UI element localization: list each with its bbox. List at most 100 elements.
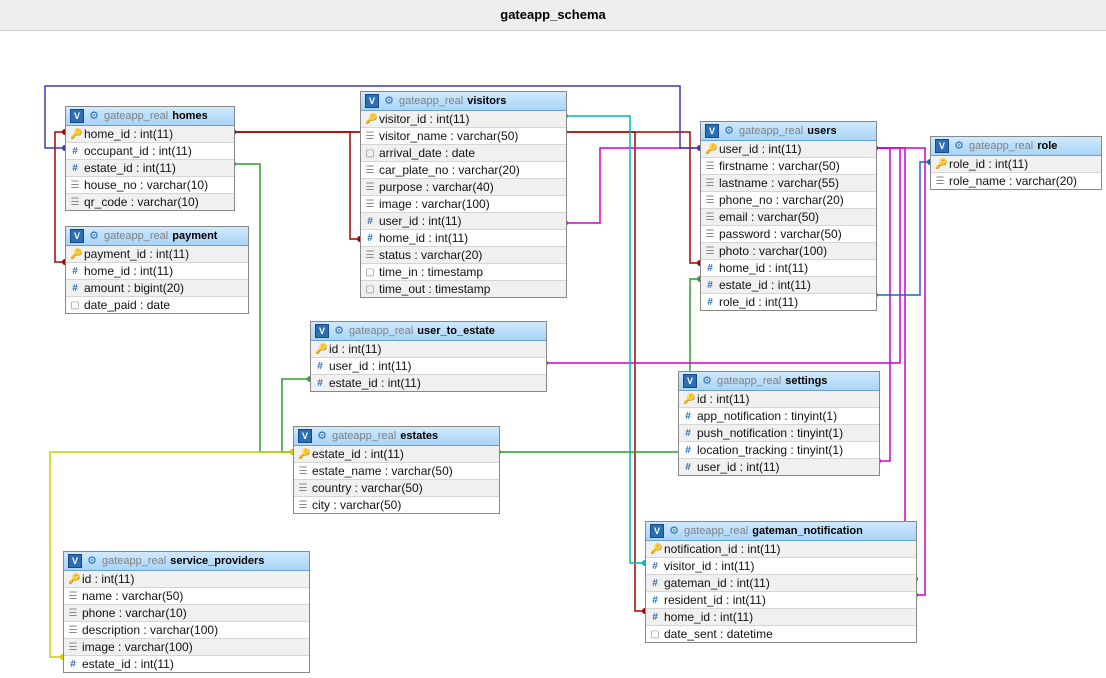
key-icon: 🔑 <box>70 249 80 260</box>
gear-icon[interactable]: ⚙ <box>701 375 713 387</box>
column-row[interactable]: #gateman_id : int(11) <box>646 574 916 591</box>
table-header[interactable]: V⚙gateapp_realestates <box>294 427 499 446</box>
relation-line <box>55 132 65 262</box>
column-row[interactable]: #user_id : int(11) <box>679 458 879 475</box>
table-name: user_to_estate <box>417 325 495 337</box>
column-row[interactable]: 🔑id : int(11) <box>64 571 309 587</box>
column-row[interactable]: 🔑user_id : int(11) <box>701 141 876 157</box>
column-row[interactable]: ☰image : varchar(100) <box>361 195 566 212</box>
table-header[interactable]: V⚙gateapp_realhomes <box>66 107 234 126</box>
column-row[interactable]: ☰name : varchar(50) <box>64 587 309 604</box>
table-gateman_notification[interactable]: V⚙gateapp_realgateman_notification🔑notif… <box>645 521 917 643</box>
column-row[interactable]: #visitor_id : int(11) <box>646 557 916 574</box>
column-row[interactable]: 🔑notification_id : int(11) <box>646 541 916 557</box>
column-row[interactable]: #estate_id : int(11) <box>311 374 546 391</box>
gear-icon[interactable]: ⚙ <box>668 525 680 537</box>
column-row[interactable]: ☰visitor_name : varchar(50) <box>361 127 566 144</box>
column-row[interactable]: 🔑id : int(11) <box>311 341 546 357</box>
table-header[interactable]: V⚙gateapp_realusers <box>701 122 876 141</box>
gear-icon[interactable]: ⚙ <box>383 95 395 107</box>
column-row[interactable]: #user_id : int(11) <box>361 212 566 229</box>
column-row[interactable]: #home_id : int(11) <box>701 259 876 276</box>
gear-icon[interactable]: ⚙ <box>953 140 965 152</box>
column-name: role_name : varchar(20) <box>949 174 1077 188</box>
column-row[interactable]: ☰lastname : varchar(55) <box>701 174 876 191</box>
column-row[interactable]: 🔑id : int(11) <box>679 391 879 407</box>
column-name: visitor_id : int(11) <box>379 112 469 126</box>
column-row[interactable]: ☰estate_name : varchar(50) <box>294 462 499 479</box>
hash-icon: # <box>683 428 693 439</box>
column-row[interactable]: 🔑estate_id : int(11) <box>294 446 499 462</box>
column-row[interactable]: ☰email : varchar(50) <box>701 208 876 225</box>
column-row[interactable]: #push_notification : tinyint(1) <box>679 424 879 441</box>
column-name: home_id : int(11) <box>84 127 173 141</box>
column-row[interactable]: ☰city : varchar(50) <box>294 496 499 513</box>
column-row[interactable]: #estate_id : int(11) <box>701 276 876 293</box>
table-user_to_estate[interactable]: V⚙gateapp_realuser_to_estate🔑id : int(11… <box>310 321 547 392</box>
gear-icon[interactable]: ⚙ <box>86 555 98 567</box>
gear-icon[interactable]: ⚙ <box>88 230 100 242</box>
column-row[interactable]: ▢date_paid : date <box>66 296 248 313</box>
column-row[interactable]: ▢time_out : timestamp <box>361 280 566 297</box>
text-icon: ☰ <box>705 246 715 257</box>
column-row[interactable]: ☰phone : varchar(10) <box>64 604 309 621</box>
table-header[interactable]: V⚙gateapp_realgateman_notification <box>646 522 916 541</box>
table-settings[interactable]: V⚙gateapp_realsettings🔑id : int(11)#app_… <box>678 371 880 476</box>
column-row[interactable]: ☰password : varchar(50) <box>701 225 876 242</box>
column-row[interactable]: ☰firstname : varchar(50) <box>701 157 876 174</box>
column-row[interactable]: #user_id : int(11) <box>311 357 546 374</box>
gear-icon[interactable]: ⚙ <box>333 325 345 337</box>
column-row[interactable]: ☰image : varchar(100) <box>64 638 309 655</box>
table-header[interactable]: V⚙gateapp_realservice_providers <box>64 552 309 571</box>
db-prefix: gateapp_real <box>399 95 463 107</box>
column-row[interactable]: ▢arrival_date : date <box>361 144 566 161</box>
column-row[interactable]: ☰car_plate_no : varchar(20) <box>361 161 566 178</box>
column-row[interactable]: ☰role_name : varchar(20) <box>931 172 1101 189</box>
table-header[interactable]: V⚙gateapp_realvisitors <box>361 92 566 111</box>
column-row[interactable]: #app_notification : tinyint(1) <box>679 407 879 424</box>
table-visitors[interactable]: V⚙gateapp_realvisitors🔑visitor_id : int(… <box>360 91 567 298</box>
hash-icon: # <box>68 659 78 670</box>
table-header[interactable]: V⚙gateapp_realrole <box>931 137 1101 156</box>
column-row[interactable]: #home_id : int(11) <box>361 229 566 246</box>
column-row[interactable]: 🔑home_id : int(11) <box>66 126 234 142</box>
column-row[interactable]: 🔑payment_id : int(11) <box>66 246 248 262</box>
table-name: estates <box>400 430 438 442</box>
column-row[interactable]: #amount : bigint(20) <box>66 279 248 296</box>
table-payment[interactable]: V⚙gateapp_realpayment🔑payment_id : int(1… <box>65 226 249 314</box>
table-header[interactable]: V⚙gateapp_realuser_to_estate <box>311 322 546 341</box>
table-header[interactable]: V⚙gateapp_realsettings <box>679 372 879 391</box>
column-row[interactable]: ▢date_sent : datetime <box>646 625 916 642</box>
table-estates[interactable]: V⚙gateapp_realestates🔑estate_id : int(11… <box>293 426 500 514</box>
column-row[interactable]: ☰photo : varchar(100) <box>701 242 876 259</box>
column-row[interactable]: #home_id : int(11) <box>646 608 916 625</box>
gear-icon[interactable]: ⚙ <box>88 110 100 122</box>
column-name: estate_id : int(11) <box>312 447 404 461</box>
table-homes[interactable]: V⚙gateapp_realhomes🔑home_id : int(11)#oc… <box>65 106 235 211</box>
column-row[interactable]: ▢time_in : timestamp <box>361 263 566 280</box>
table-header[interactable]: V⚙gateapp_realpayment <box>66 227 248 246</box>
table-role[interactable]: V⚙gateapp_realrole🔑role_id : int(11)☰rol… <box>930 136 1102 190</box>
column-name: lastname : varchar(55) <box>719 176 839 190</box>
gear-icon[interactable]: ⚙ <box>723 125 735 137</box>
relation-line <box>565 116 645 563</box>
gear-icon[interactable]: ⚙ <box>316 430 328 442</box>
column-row[interactable]: #occupant_id : int(11) <box>66 142 234 159</box>
column-row[interactable]: #estate_id : int(11) <box>64 655 309 672</box>
column-row[interactable]: #estate_id : int(11) <box>66 159 234 176</box>
column-row[interactable]: ☰purpose : varchar(40) <box>361 178 566 195</box>
column-row[interactable]: ☰status : varchar(20) <box>361 246 566 263</box>
column-row[interactable]: #role_id : int(11) <box>701 293 876 310</box>
column-row[interactable]: 🔑visitor_id : int(11) <box>361 111 566 127</box>
column-row[interactable]: #resident_id : int(11) <box>646 591 916 608</box>
column-row[interactable]: ☰qr_code : varchar(10) <box>66 193 234 210</box>
table-users[interactable]: V⚙gateapp_realusers🔑user_id : int(11)☰fi… <box>700 121 877 311</box>
column-row[interactable]: ☰description : varchar(100) <box>64 621 309 638</box>
column-row[interactable]: #location_tracking : tinyint(1) <box>679 441 879 458</box>
column-row[interactable]: ☰phone_no : varchar(20) <box>701 191 876 208</box>
table-service_providers[interactable]: V⚙gateapp_realservice_providers🔑id : int… <box>63 551 310 673</box>
column-row[interactable]: ☰country : varchar(50) <box>294 479 499 496</box>
column-row[interactable]: 🔑role_id : int(11) <box>931 156 1101 172</box>
column-row[interactable]: ☰house_no : varchar(10) <box>66 176 234 193</box>
column-row[interactable]: #home_id : int(11) <box>66 262 248 279</box>
